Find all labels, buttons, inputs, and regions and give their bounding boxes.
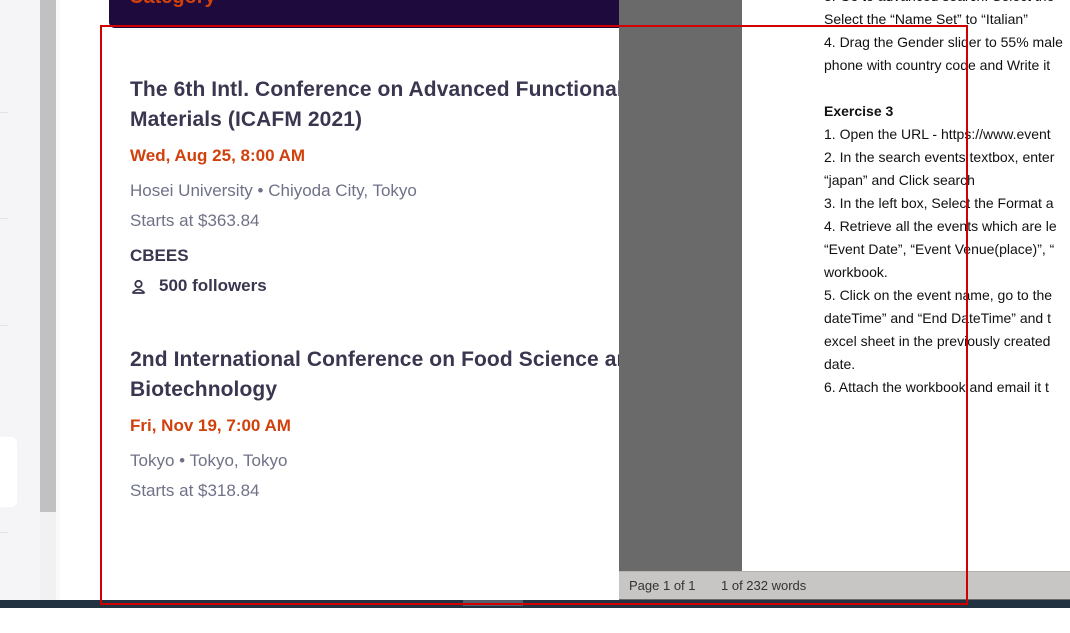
selection-rectangle: [100, 25, 968, 605]
category-banner: Category: [109, 0, 629, 28]
bottom-area: [0, 608, 1070, 633]
browser-side-panel: [0, 0, 40, 600]
divider: [0, 218, 8, 219]
doc-line: 3. Go to advanced search. Select the: [824, 0, 1070, 8]
divider: [0, 532, 8, 533]
divider: [0, 112, 8, 113]
side-card[interactable]: [0, 437, 17, 507]
divider: [0, 325, 8, 326]
scrollbar-thumb[interactable]: [40, 0, 56, 512]
page-gutter: [56, 0, 60, 600]
banner-label: Category: [129, 0, 216, 9]
